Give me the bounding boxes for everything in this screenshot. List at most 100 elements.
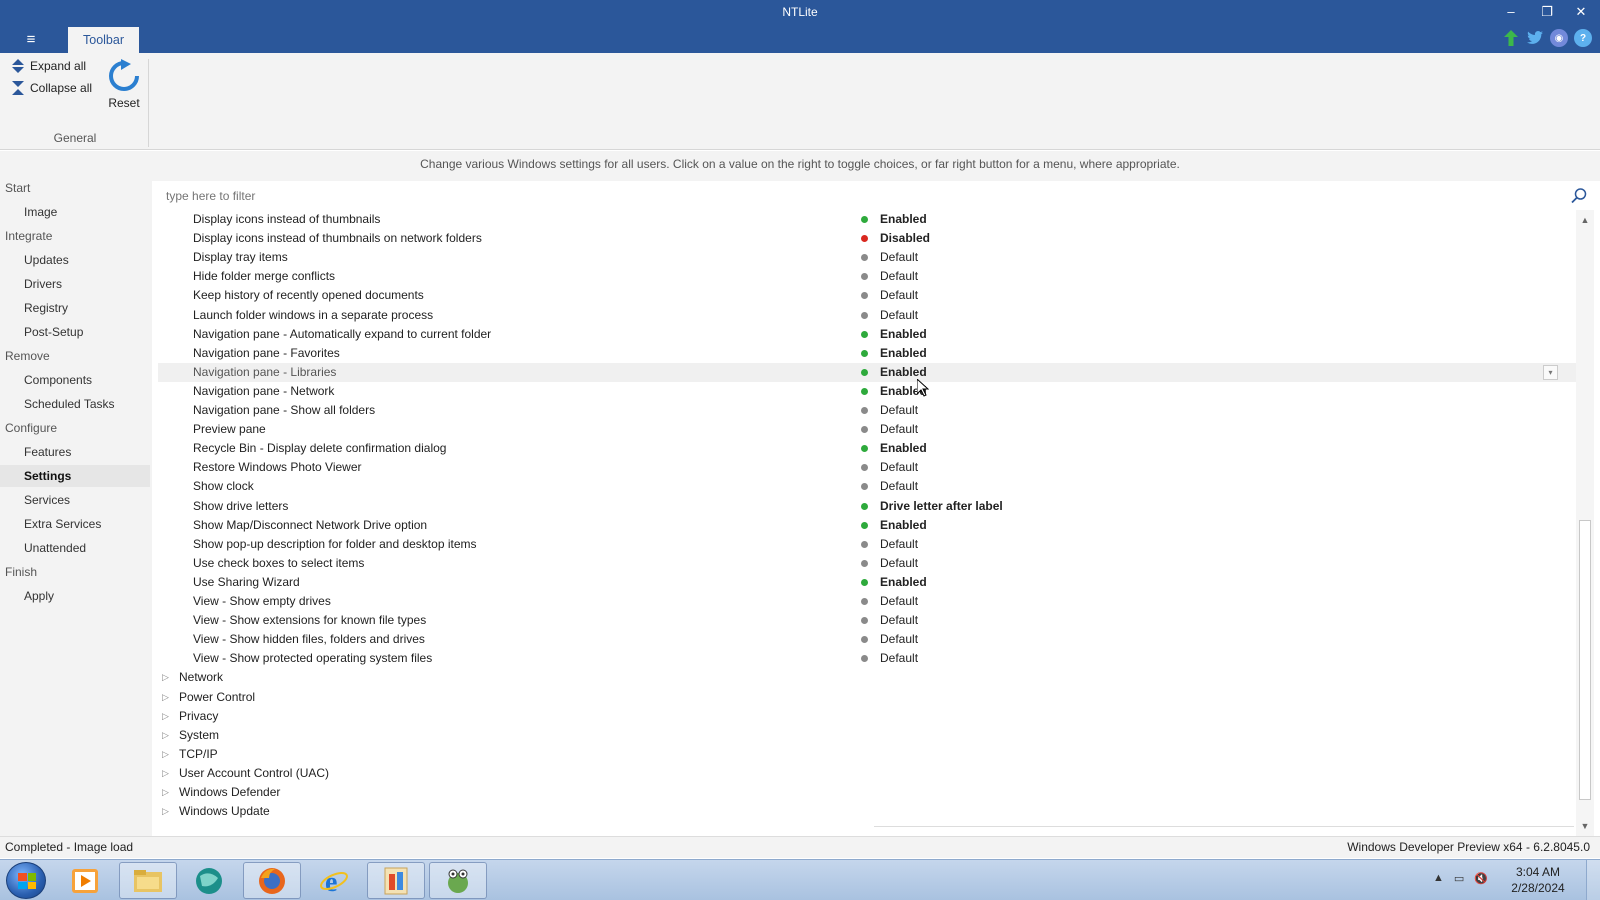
sidebar-item-finish[interactable]: Finish (0, 561, 150, 583)
sidebar-item-components[interactable]: Components (0, 369, 150, 391)
setting-value[interactable]: Default (880, 267, 918, 286)
expand-arrow-icon[interactable]: ▷ (162, 707, 169, 726)
setting-value[interactable]: Default (880, 592, 918, 611)
setting-row[interactable]: Show clock Default (158, 477, 1576, 496)
setting-row[interactable]: Preview pane Default (158, 420, 1576, 439)
expand-arrow-icon[interactable]: ▷ (162, 783, 169, 802)
setting-row[interactable]: Navigation pane - Libraries Enabled ▾ (158, 362, 1576, 382)
tab-toolbar[interactable]: Toolbar (68, 27, 139, 53)
setting-row[interactable]: Show Map/Disconnect Network Drive option… (158, 516, 1576, 535)
firefox-icon[interactable] (243, 862, 301, 899)
setting-value[interactable]: Enabled (880, 516, 927, 535)
setting-row[interactable]: Display tray items Default (158, 248, 1576, 267)
media-player-icon[interactable] (56, 862, 114, 899)
sidebar-item-unattended[interactable]: Unattended (0, 537, 150, 559)
setting-row[interactable]: Navigation pane - Favorites Enabled (158, 344, 1576, 363)
setting-value[interactable]: Default (880, 477, 918, 496)
vertical-scrollbar[interactable]: ▲ ▼ (1576, 210, 1594, 836)
setting-row[interactable]: View - Show empty drives Default (158, 592, 1576, 611)
setting-value[interactable]: Enabled (880, 439, 927, 458)
sidebar-item-registry[interactable]: Registry (0, 297, 150, 319)
sidebar-item-settings[interactable]: Settings (0, 465, 150, 487)
clock[interactable]: 3:04 AM 2/28/2024 (1498, 864, 1578, 896)
dropdown-arrow-icon[interactable]: ▾ (1543, 364, 1558, 380)
setting-value[interactable]: Default (880, 554, 918, 573)
setting-row[interactable]: Use check boxes to select items Default (158, 554, 1576, 573)
setting-row[interactable]: Use Sharing Wizard Enabled (158, 573, 1576, 592)
setting-value[interactable]: Enabled (880, 344, 927, 363)
expand-arrow-icon[interactable]: ▷ (162, 764, 169, 783)
category-row[interactable]: ▷ User Account Control (UAC) (158, 764, 1576, 783)
sidebar-item-configure[interactable]: Configure (0, 417, 150, 439)
setting-value[interactable]: Default (880, 458, 918, 477)
setting-row[interactable]: View - Show extensions for known file ty… (158, 611, 1576, 630)
start-button[interactable] (6, 862, 46, 899)
setting-value[interactable]: Default (880, 420, 918, 439)
setting-value[interactable]: Enabled (880, 573, 927, 592)
expand-arrow-icon[interactable]: ▷ (162, 726, 169, 745)
setting-row[interactable]: Keep history of recently opened document… (158, 286, 1576, 305)
setting-row[interactable]: Hide folder merge conflicts Default (158, 267, 1576, 286)
sidebar-item-features[interactable]: Features (0, 441, 150, 463)
setting-row[interactable]: Recycle Bin - Display delete confirmatio… (158, 439, 1576, 458)
category-row[interactable]: ▷ TCP/IP (158, 745, 1576, 764)
setting-row[interactable]: Show drive letters Drive letter after lab… (158, 497, 1576, 516)
restore-button[interactable]: ❐ (1530, 2, 1564, 22)
setting-value[interactable]: Default (880, 248, 918, 267)
sidebar-item-updates[interactable]: Updates (0, 249, 150, 271)
filter-input[interactable] (158, 185, 1458, 207)
setting-row[interactable]: Navigation pane - Network Enabled (158, 382, 1576, 401)
setting-row[interactable]: Display icons instead of thumbnails Enabl… (158, 210, 1576, 229)
sidebar-item-extra-services[interactable]: Extra Services (0, 513, 150, 535)
setting-value[interactable]: Default (880, 611, 918, 630)
sidebar-item-scheduled-tasks[interactable]: Scheduled Tasks (0, 393, 150, 415)
twitter-icon[interactable] (1526, 29, 1544, 47)
expand-all-button[interactable]: Expand all (12, 59, 86, 73)
scroll-thumb[interactable] (1579, 520, 1591, 800)
sidebar-item-post-setup[interactable]: Post-Setup (0, 321, 150, 343)
volume-muted-icon[interactable]: 🔇 (1474, 872, 1488, 885)
expand-arrow-icon[interactable]: ▷ (162, 802, 169, 821)
collapse-all-button[interactable]: Collapse all (12, 81, 92, 95)
ntlite-icon[interactable] (429, 862, 487, 899)
setting-value[interactable]: Default (880, 286, 918, 305)
network-icon[interactable]: ▭ (1454, 872, 1464, 885)
browser-globe-icon[interactable] (180, 862, 238, 899)
expand-arrow-icon[interactable]: ▷ (162, 688, 169, 707)
expand-arrow-icon[interactable]: ▷ (162, 745, 169, 764)
internet-explorer-icon[interactable]: e (305, 862, 363, 899)
expand-arrow-icon[interactable]: ▷ (162, 668, 169, 687)
category-row[interactable]: ▷ Power Control (158, 688, 1576, 707)
category-row[interactable]: ▷ Network (158, 668, 1576, 687)
sidebar-item-drivers[interactable]: Drivers (0, 273, 150, 295)
help-icon[interactable]: ? (1574, 29, 1592, 47)
setting-value[interactable]: Default (880, 535, 918, 554)
minimize-button[interactable]: – (1494, 2, 1528, 22)
setting-value[interactable]: Default (880, 306, 918, 325)
category-row[interactable]: ▷ System (158, 726, 1576, 745)
hamburger-icon[interactable]: ≡ (18, 30, 44, 50)
setting-row[interactable]: Display icons instead of thumbnails on n… (158, 229, 1576, 248)
sidebar-item-services[interactable]: Services (0, 489, 150, 511)
setting-value[interactable]: Default (880, 630, 918, 649)
setting-row[interactable]: View - Show protected operating system f… (158, 649, 1576, 668)
paint-icon[interactable] (367, 862, 425, 899)
category-row[interactable]: ▷ Windows Defender (158, 783, 1576, 802)
category-row[interactable]: ▷ Privacy (158, 707, 1576, 726)
setting-value[interactable]: Default (880, 401, 918, 420)
discord-icon[interactable]: ◉ (1550, 29, 1568, 47)
sidebar-item-image[interactable]: Image (0, 201, 150, 223)
file-explorer-icon[interactable] (119, 862, 177, 899)
setting-row[interactable]: Navigation pane - Show all folders Defaul… (158, 401, 1576, 420)
close-button[interactable]: ✕ (1564, 2, 1598, 22)
setting-value[interactable]: Default (880, 649, 918, 668)
sidebar-item-integrate[interactable]: Integrate (0, 225, 150, 247)
setting-row[interactable]: Restore Windows Photo Viewer Default (158, 458, 1576, 477)
sidebar-item-apply[interactable]: Apply (0, 585, 150, 607)
show-desktop-button[interactable] (1586, 860, 1600, 900)
setting-row[interactable]: Launch folder windows in a separate proc… (158, 306, 1576, 325)
setting-row[interactable]: Show pop-up description for folder and d… (158, 535, 1576, 554)
reset-button[interactable]: Reset (106, 59, 142, 110)
setting-value[interactable]: Enabled (880, 210, 927, 229)
sidebar-item-start[interactable]: Start (0, 177, 150, 199)
